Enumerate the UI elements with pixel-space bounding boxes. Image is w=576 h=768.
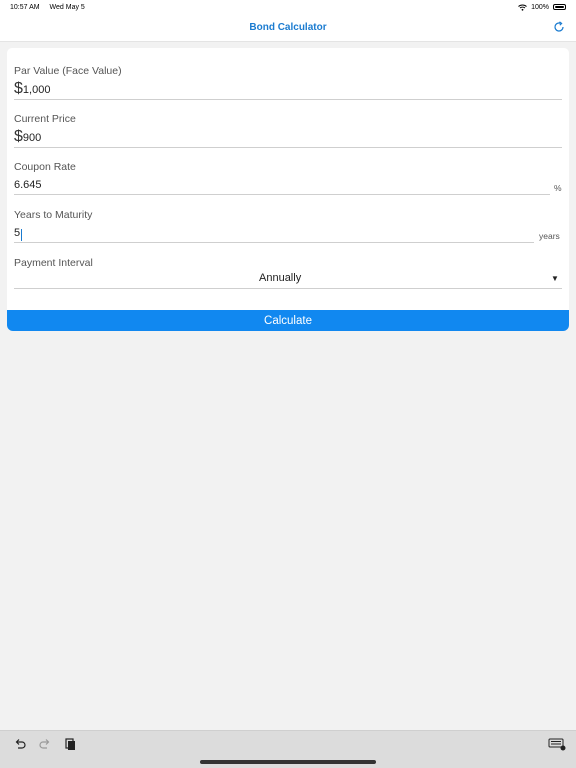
years-to-maturity-input[interactable]: 5 <box>14 226 23 241</box>
coupon-rate-input[interactable]: 6.645 <box>14 178 42 193</box>
currency-symbol: $ <box>14 128 23 145</box>
payment-interval-underline <box>14 288 562 289</box>
home-indicator[interactable] <box>200 760 376 764</box>
status-left: 10:57 AM Wed May 5 <box>10 4 93 11</box>
chevron-down-icon: ▼ <box>551 274 559 283</box>
par-value-underline <box>14 99 562 100</box>
payment-interval-select[interactable]: Annually ▼ <box>14 270 562 290</box>
years-to-maturity-field: Years to Maturity 5 years <box>14 208 562 244</box>
current-price-value: 900 <box>22 132 42 144</box>
redo-icon[interactable] <box>38 737 52 751</box>
status-date: Wed May 5 <box>49 3 85 11</box>
form-card: Par Value (Face Value) $ 1,000 Current P… <box>7 48 569 310</box>
years-to-maturity-value: 5 <box>14 227 21 239</box>
payment-interval-label: Payment Interval <box>14 257 93 269</box>
payment-interval-field: Payment Interval Annually ▼ <box>14 256 562 292</box>
undo-icon[interactable] <box>13 737 27 751</box>
current-price-label: Current Price <box>14 113 76 125</box>
current-price-underline <box>14 147 562 148</box>
coupon-rate-field: Coupon Rate 6.645 % <box>14 160 562 196</box>
par-value-value: 1,000 <box>22 84 51 96</box>
years-to-maturity-underline <box>14 242 534 243</box>
status-right: 100% <box>518 4 566 11</box>
coupon-rate-underline <box>14 194 550 195</box>
paste-icon[interactable] <box>63 737 77 751</box>
keyboard-icon[interactable] <box>548 737 566 751</box>
payment-interval-value: Annually <box>259 272 302 284</box>
battery-percent: 100% <box>531 3 549 11</box>
coupon-rate-label: Coupon Rate <box>14 161 76 173</box>
text-caret <box>21 229 23 241</box>
par-value-label: Par Value (Face Value) <box>14 65 122 77</box>
current-price-input[interactable]: $ 900 <box>14 128 41 146</box>
calculate-button[interactable]: Calculate <box>7 310 569 331</box>
coupon-rate-value: 6.645 <box>14 179 42 191</box>
wifi-icon <box>518 4 527 11</box>
refresh-icon[interactable] <box>552 20 566 34</box>
years-unit: years <box>539 231 560 241</box>
status-time: 10:57 AM <box>10 3 40 11</box>
current-price-field: Current Price $ 900 <box>14 112 562 148</box>
battery-icon <box>553 4 566 10</box>
percent-unit: % <box>554 183 562 193</box>
par-value-field: Par Value (Face Value) $ 1,000 <box>14 64 562 100</box>
status-bar: 10:57 AM Wed May 5 100% <box>0 0 576 14</box>
nav-bar: Bond Calculator <box>0 14 576 42</box>
page-title: Bond Calculator <box>249 22 327 33</box>
par-value-input[interactable]: $ 1,000 <box>14 80 50 98</box>
currency-symbol: $ <box>14 80 23 97</box>
years-to-maturity-label: Years to Maturity <box>14 209 93 221</box>
